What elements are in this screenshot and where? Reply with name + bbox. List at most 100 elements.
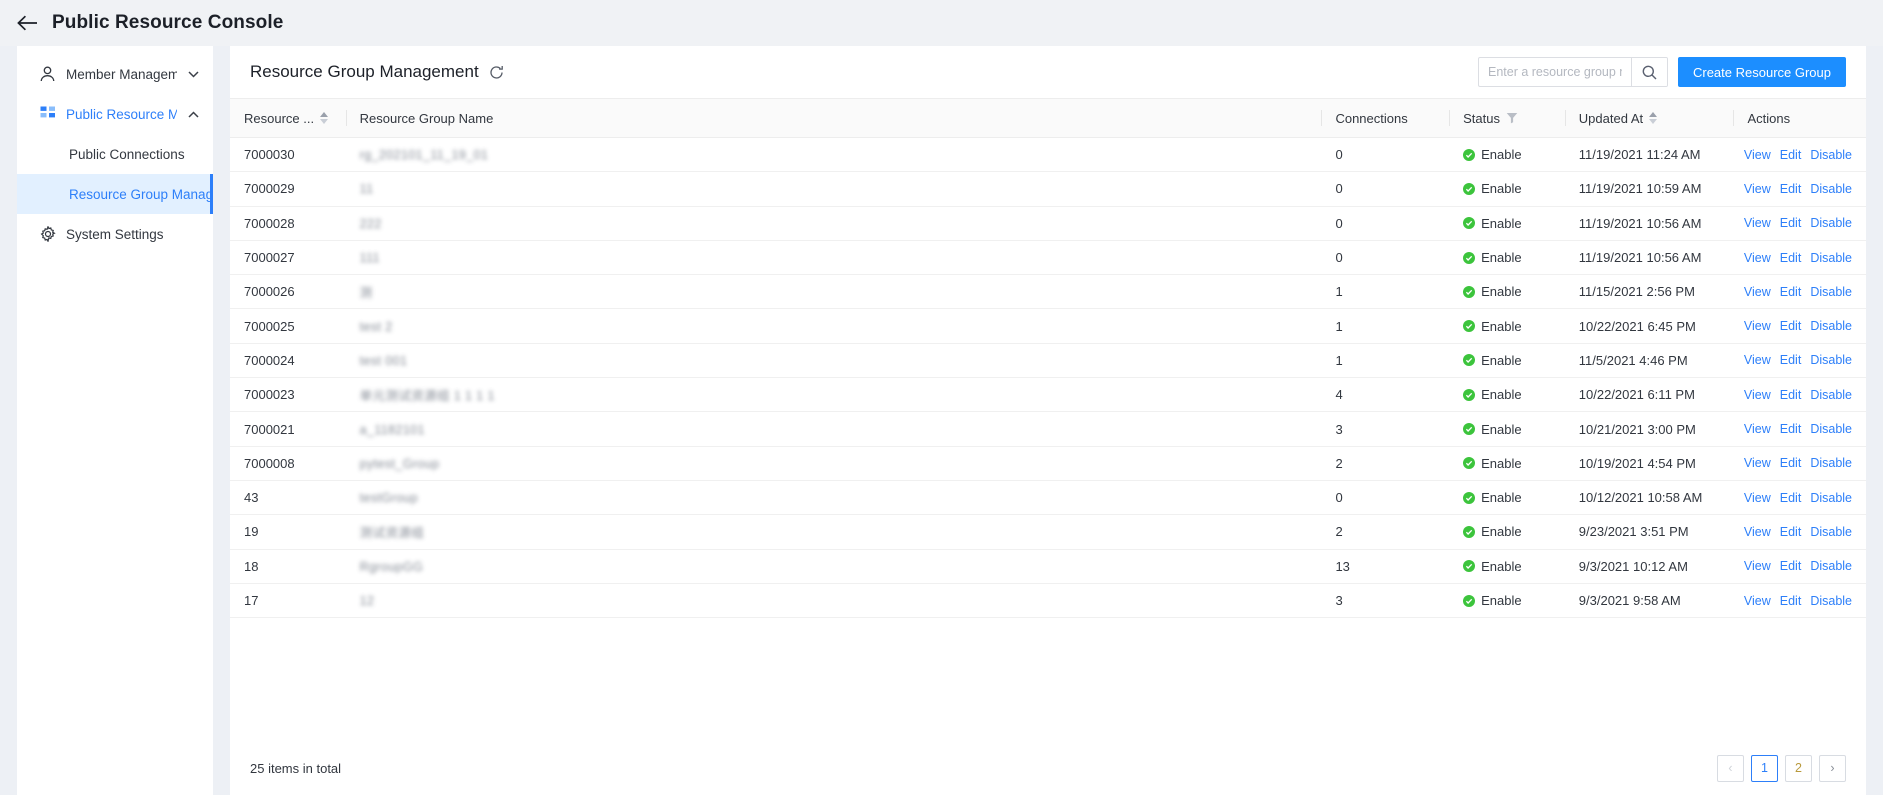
sort-icon[interactable] bbox=[320, 112, 329, 124]
sidebar-item-system-settings[interactable]: System Settings bbox=[17, 214, 213, 254]
action-view-link[interactable]: View bbox=[1744, 388, 1771, 402]
action-disable-link[interactable]: Disable bbox=[1810, 422, 1852, 436]
pagination-page-2[interactable]: 2 bbox=[1785, 754, 1812, 782]
action-view-link[interactable]: View bbox=[1744, 148, 1771, 162]
status-ok-icon bbox=[1463, 388, 1476, 401]
status-badge: Enable bbox=[1481, 558, 1522, 574]
cell-resource-id: 43 bbox=[230, 480, 346, 516]
filter-icon[interactable] bbox=[1506, 112, 1518, 124]
status-badge: Enable bbox=[1481, 250, 1522, 266]
cell-connections: 1 bbox=[1321, 343, 1450, 379]
action-edit-link[interactable]: Edit bbox=[1780, 251, 1802, 265]
cell-actions: View Edit Disable bbox=[1733, 137, 1866, 173]
cell-updated-at: 11/5/2021 4:46 PM bbox=[1564, 343, 1734, 379]
cell-updated-at: 11/19/2021 11:24 AM bbox=[1564, 137, 1734, 173]
content-header: Resource Group Management Create Resourc… bbox=[230, 46, 1866, 98]
cell-resource-group-name: 单元测试资源组 1 1 1 1 bbox=[345, 377, 1322, 413]
action-view-link[interactable]: View bbox=[1744, 182, 1771, 196]
action-edit-link[interactable]: Edit bbox=[1780, 456, 1802, 470]
sidebar-item-public-connections[interactable]: Public Connections bbox=[17, 134, 213, 174]
refresh-icon[interactable] bbox=[488, 63, 506, 81]
action-view-link[interactable]: View bbox=[1744, 559, 1771, 573]
column-label: Resource ... bbox=[244, 110, 315, 126]
action-disable-link[interactable]: Disable bbox=[1810, 559, 1852, 573]
action-disable-link[interactable]: Disable bbox=[1810, 285, 1852, 299]
total-count-label: 25 items in total bbox=[250, 760, 342, 776]
action-edit-link[interactable]: Edit bbox=[1780, 559, 1802, 573]
sidebar-item-member-management[interactable]: Member Managem... bbox=[17, 54, 213, 94]
action-disable-link[interactable]: Disable bbox=[1810, 182, 1852, 196]
action-edit-link[interactable]: Edit bbox=[1780, 491, 1802, 505]
sidebar-item-resource-group-management[interactable]: Resource Group Manag... bbox=[17, 174, 213, 214]
cell-updated-at: 11/19/2021 10:59 AM bbox=[1564, 171, 1734, 207]
cell-status: Enable bbox=[1449, 240, 1565, 276]
pagination-next-button[interactable]: › bbox=[1819, 754, 1846, 782]
action-edit-link[interactable]: Edit bbox=[1780, 353, 1802, 367]
action-disable-link[interactable]: Disable bbox=[1810, 216, 1852, 230]
action-disable-link[interactable]: Disable bbox=[1810, 148, 1852, 162]
search-icon[interactable] bbox=[1630, 58, 1667, 86]
cell-connections: 2 bbox=[1321, 446, 1450, 481]
status-ok-icon bbox=[1463, 525, 1476, 538]
user-icon bbox=[39, 66, 56, 83]
action-disable-link[interactable]: Disable bbox=[1810, 456, 1852, 470]
status-badge: Enable bbox=[1481, 490, 1522, 506]
resource-group-name-text: 11 bbox=[359, 182, 374, 197]
action-disable-link[interactable]: Disable bbox=[1810, 251, 1852, 265]
action-view-link[interactable]: View bbox=[1744, 594, 1771, 608]
action-edit-link[interactable]: Edit bbox=[1780, 422, 1802, 436]
pagination-page-1[interactable]: 1 bbox=[1751, 754, 1778, 782]
sort-icon[interactable] bbox=[1649, 112, 1658, 124]
cell-status: Enable bbox=[1449, 480, 1565, 516]
action-view-link[interactable]: View bbox=[1744, 491, 1771, 505]
cell-status: Enable bbox=[1449, 549, 1565, 584]
status-badge: Enable bbox=[1481, 387, 1522, 403]
action-edit-link[interactable]: Edit bbox=[1780, 285, 1802, 299]
action-disable-link[interactable]: Disable bbox=[1810, 525, 1852, 539]
sidebar-item-public-resource-management[interactable]: Public Resource Ma... bbox=[17, 94, 213, 134]
action-edit-link[interactable]: Edit bbox=[1780, 388, 1802, 402]
action-edit-link[interactable]: Edit bbox=[1780, 319, 1802, 333]
action-edit-link[interactable]: Edit bbox=[1780, 594, 1802, 608]
column-header-actions: Actions bbox=[1733, 98, 1866, 138]
cell-resource-group-name: test 2 bbox=[345, 308, 1322, 344]
content-panel: Resource Group Management Create Resourc… bbox=[230, 46, 1866, 795]
resource-group-name-text: 12 bbox=[359, 594, 375, 608]
chevron-up-icon[interactable] bbox=[187, 108, 199, 120]
action-edit-link[interactable]: Edit bbox=[1780, 525, 1802, 539]
status-ok-icon bbox=[1463, 354, 1476, 367]
action-view-link[interactable]: View bbox=[1744, 422, 1771, 436]
action-view-link[interactable]: View bbox=[1744, 251, 1771, 265]
action-view-link[interactable]: View bbox=[1744, 525, 1771, 539]
status-ok-icon bbox=[1463, 251, 1476, 264]
cell-resource-group-name: test 001 bbox=[345, 343, 1322, 379]
action-edit-link[interactable]: Edit bbox=[1780, 182, 1802, 196]
action-disable-link[interactable]: Disable bbox=[1810, 353, 1852, 367]
action-disable-link[interactable]: Disable bbox=[1810, 388, 1852, 402]
table-row: 18 RgroupGG 13 Enable 9/3/2021 10:12 AM View E… bbox=[230, 549, 1866, 584]
resource-group-name-text: 测 bbox=[359, 286, 373, 301]
cell-actions: View Edit Disable bbox=[1733, 377, 1866, 413]
action-view-link[interactable]: View bbox=[1744, 319, 1771, 333]
action-edit-link[interactable]: Edit bbox=[1780, 216, 1802, 230]
column-header-resource-id[interactable]: Resource ... bbox=[230, 98, 346, 138]
table-header-row: Resource ... Resource Group Name Connect… bbox=[230, 98, 1866, 138]
search-input[interactable] bbox=[1478, 58, 1631, 86]
action-edit-link[interactable]: Edit bbox=[1780, 148, 1802, 162]
action-view-link[interactable]: View bbox=[1744, 216, 1771, 230]
action-disable-link[interactable]: Disable bbox=[1810, 319, 1852, 333]
action-disable-link[interactable]: Disable bbox=[1810, 491, 1852, 505]
action-view-link[interactable]: View bbox=[1744, 285, 1771, 299]
create-resource-group-button[interactable]: Create Resource Group bbox=[1677, 57, 1846, 87]
action-view-link[interactable]: View bbox=[1744, 353, 1771, 367]
pagination: ‹ 1 2 › bbox=[1717, 754, 1846, 782]
action-disable-link[interactable]: Disable bbox=[1810, 594, 1852, 608]
column-header-updated-at[interactable]: Updated At bbox=[1564, 98, 1734, 138]
action-view-link[interactable]: View bbox=[1744, 456, 1771, 470]
chevron-down-icon[interactable] bbox=[187, 68, 199, 80]
arrow-left-icon[interactable] bbox=[16, 12, 38, 34]
actions-group: View Edit Disable bbox=[1744, 182, 1852, 196]
cell-actions: View Edit Disable bbox=[1733, 171, 1866, 207]
table-row: 7000024 test 001 1 Enable 11/5/2021 4:46 PM V… bbox=[230, 343, 1866, 379]
cell-updated-at: 10/21/2021 3:00 PM bbox=[1564, 411, 1734, 447]
